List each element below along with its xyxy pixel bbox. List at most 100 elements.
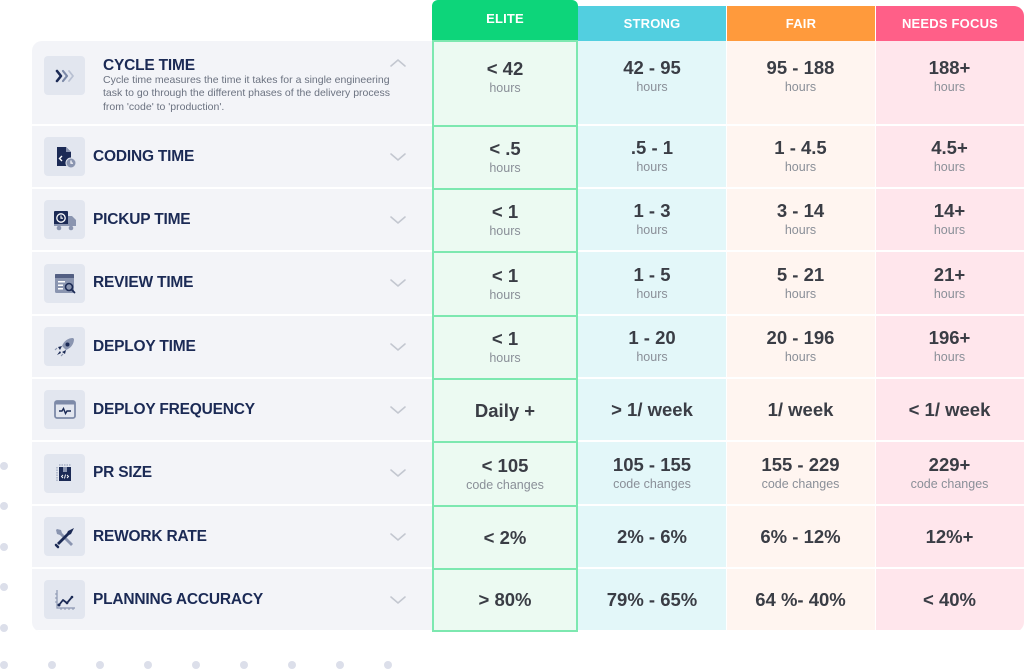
chevron-down-icon[interactable] bbox=[388, 463, 408, 483]
cell-planning-accuracy-fair: 64 %- 40% bbox=[726, 569, 875, 632]
cell-value: 20 - 196 bbox=[766, 327, 835, 348]
cell-value: 12%+ bbox=[925, 525, 974, 547]
rocket-icon bbox=[44, 327, 85, 366]
cell-cycle-time-strong: 42 - 95 hours bbox=[578, 41, 726, 126]
cell-pickup-time-fair: 3 - 14 hours bbox=[726, 189, 875, 252]
cell-cycle-time-fair: 95 - 188 hours bbox=[726, 41, 875, 126]
cell-value: < .5 bbox=[489, 138, 521, 159]
decorative-dot bbox=[144, 661, 152, 669]
metric-row-coding-time[interactable]: CODING TIME bbox=[32, 126, 432, 189]
cell-planning-accuracy-strong: 79% - 65% bbox=[578, 569, 726, 632]
chevron-down-icon[interactable] bbox=[388, 590, 408, 610]
cell-deploy-frequency-elite: Daily + bbox=[432, 378, 578, 443]
cell-coding-time-elite: < .5 hours bbox=[432, 125, 578, 190]
cell-value: 95 - 188 bbox=[766, 57, 835, 78]
chevron-down-icon[interactable] bbox=[388, 210, 408, 230]
chevron-down-icon[interactable] bbox=[388, 527, 408, 547]
cell-pr-size-elite: < 105 code changes bbox=[432, 441, 578, 507]
code-file-clock-icon bbox=[44, 137, 85, 176]
cell-value: > 80% bbox=[478, 589, 532, 610]
cell-unit: code changes bbox=[613, 476, 691, 491]
cell-pickup-time-elite: < 1 hours bbox=[432, 188, 578, 253]
cell-planning-accuracy-elite: > 80% bbox=[432, 568, 578, 632]
cell-value: < 105 bbox=[481, 454, 529, 476]
cell-rework-rate-needs: 12%+ bbox=[875, 506, 1024, 569]
decorative-dot bbox=[192, 661, 200, 669]
metrics-panel: CYCLE TIME Cycle time measures the time i… bbox=[32, 41, 432, 632]
decorative-dot bbox=[0, 661, 8, 669]
metric-row-review-time[interactable]: REVIEW TIME bbox=[32, 252, 432, 316]
cell-unit: hours bbox=[933, 223, 966, 237]
metric-row-cycle-time[interactable]: CYCLE TIME Cycle time measures the time i… bbox=[32, 41, 432, 126]
metric-row-planning-accuracy[interactable]: PLANNING ACCURACY bbox=[32, 569, 432, 632]
truck-clock-icon bbox=[44, 200, 85, 239]
tier-header-needs-focus: NEEDS FOCUS bbox=[875, 6, 1024, 41]
metric-title: PLANNING ACCURACY bbox=[93, 591, 263, 608]
chevron-down-icon[interactable] bbox=[388, 147, 408, 167]
metric-row-pr-size[interactable]: PR SIZE bbox=[32, 442, 432, 506]
cell-value: 1/ week bbox=[767, 398, 834, 420]
cell-unit: hours bbox=[933, 160, 966, 174]
cell-value: 1 - 5 bbox=[633, 263, 671, 285]
cell-unit: hours bbox=[784, 223, 817, 237]
metric-row-rework-rate[interactable]: REWORK RATE bbox=[32, 506, 432, 569]
metric-row-deploy-frequency[interactable]: DEPLOY FREQUENCY bbox=[32, 379, 432, 442]
cell-coding-time-strong: .5 - 1 hours bbox=[578, 126, 726, 189]
cell-review-time-fair: 5 - 21 hours bbox=[726, 252, 875, 316]
cell-value: 1 - 20 bbox=[628, 327, 676, 348]
decorative-dot bbox=[0, 624, 8, 632]
cell-unit: hours bbox=[784, 286, 817, 301]
metric-row-deploy-time[interactable]: DEPLOY TIME bbox=[32, 316, 432, 379]
metric-title: REWORK RATE bbox=[93, 528, 207, 545]
cell-deploy-frequency-strong: > 1/ week bbox=[578, 379, 726, 442]
cell-review-time-needs: 21+ hours bbox=[875, 252, 1024, 316]
cell-value: < 1 bbox=[491, 201, 519, 222]
cell-value: < 40% bbox=[923, 588, 976, 610]
chevron-down-icon[interactable] bbox=[388, 400, 408, 420]
document-search-icon bbox=[44, 264, 85, 303]
cell-unit: hours bbox=[636, 223, 668, 237]
tier-header-elite: ELITE bbox=[432, 0, 578, 41]
cell-pr-size-needs: 229+ code changes bbox=[875, 442, 1024, 506]
decorative-dot bbox=[96, 661, 104, 669]
cell-value: < 2% bbox=[483, 526, 527, 548]
decorative-dot bbox=[240, 661, 248, 669]
cell-value: 42 - 95 bbox=[623, 57, 681, 78]
cell-unit: hours bbox=[933, 80, 966, 94]
cell-unit: hours bbox=[784, 160, 817, 174]
cell-unit: hours bbox=[784, 80, 817, 94]
metric-title: REVIEW TIME bbox=[93, 274, 194, 291]
decorative-dot bbox=[0, 462, 8, 470]
cell-value: 188+ bbox=[928, 57, 971, 78]
cell-cycle-time-elite: < 42 hours bbox=[432, 40, 578, 127]
cell-value: 1 - 3 bbox=[633, 200, 671, 221]
chevron-up-icon[interactable] bbox=[388, 53, 408, 73]
cell-unit: hours bbox=[636, 286, 668, 301]
cell-review-time-strong: 1 - 5 hours bbox=[578, 252, 726, 316]
cell-review-time-elite: < 1 hours bbox=[432, 251, 578, 317]
chevron-down-icon[interactable] bbox=[388, 337, 408, 357]
chevron-down-icon[interactable] bbox=[388, 273, 408, 293]
cell-value: 155 - 229 bbox=[761, 453, 840, 475]
cell-unit: hours bbox=[636, 350, 668, 364]
cell-unit: hours bbox=[933, 350, 966, 364]
cell-value: < 42 bbox=[486, 58, 524, 79]
cell-deploy-time-elite: < 1 hours bbox=[432, 315, 578, 380]
cell-value: 79% - 65% bbox=[606, 588, 698, 610]
metric-row-pickup-time[interactable]: PICKUP TIME bbox=[32, 189, 432, 252]
code-box-icon bbox=[44, 454, 85, 493]
cell-unit: code changes bbox=[761, 476, 840, 491]
cell-pickup-time-needs: 14+ hours bbox=[875, 189, 1024, 252]
cell-value: 229+ bbox=[928, 453, 971, 475]
cell-unit: code changes bbox=[910, 476, 989, 491]
cell-value: < 1/ week bbox=[908, 398, 991, 420]
tier-header-strong: STRONG bbox=[578, 6, 726, 41]
tier-header-fair: FAIR bbox=[726, 6, 875, 41]
metric-title: CODING TIME bbox=[93, 148, 195, 165]
cell-deploy-time-fair: 20 - 196 hours bbox=[726, 316, 875, 379]
cell-deploy-frequency-fair: 1/ week bbox=[726, 379, 875, 442]
cell-coding-time-fair: 1 - 4.5 hours bbox=[726, 126, 875, 189]
cell-deploy-time-needs: 196+ hours bbox=[875, 316, 1024, 379]
cell-unit: hours bbox=[489, 224, 521, 238]
metric-description: Cycle time measures the time it takes fo… bbox=[103, 74, 390, 113]
